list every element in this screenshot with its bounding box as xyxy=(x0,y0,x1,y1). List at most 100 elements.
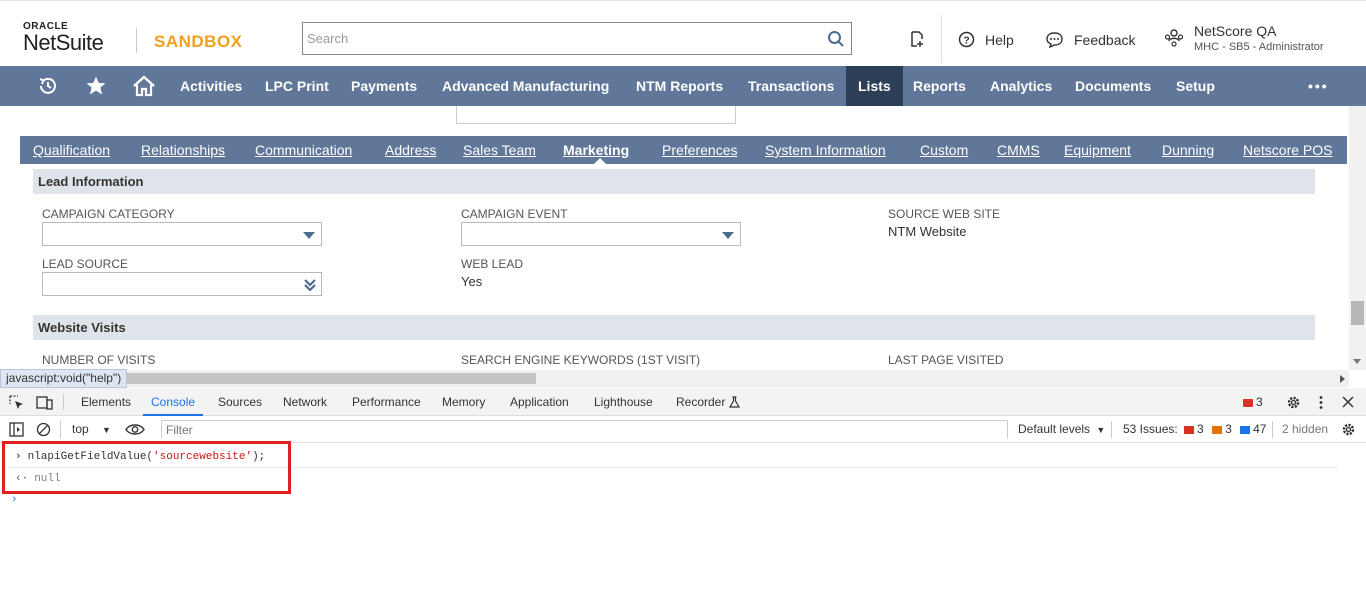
toolbar-divider xyxy=(60,421,61,438)
subtab-sales-team[interactable]: Sales Team xyxy=(463,136,536,164)
issues-warnings: 3 xyxy=(1225,422,1232,436)
home-icon[interactable] xyxy=(132,75,156,97)
subtab-dunning[interactable]: Dunning xyxy=(1162,136,1214,164)
campaign-event-select[interactable] xyxy=(461,222,741,246)
default-levels-dropdown[interactable]: Default levels ▼ xyxy=(1018,416,1105,443)
user-role: MHC - SB5 - Administrator xyxy=(1194,41,1324,53)
devtools-tab-memory[interactable]: Memory xyxy=(442,388,485,416)
subtab-cmms[interactable]: CMMS xyxy=(997,136,1040,164)
dropdown-arrow-icon: ▼ xyxy=(102,425,111,435)
flask-icon xyxy=(729,396,740,408)
page-vertical-scrollbar[interactable] xyxy=(1349,106,1366,370)
netsuite-window: ORACLE NetSuite SANDBOX ? Help xyxy=(0,0,1366,614)
inspect-element-icon[interactable] xyxy=(9,395,24,410)
subtab-custom[interactable]: Custom xyxy=(920,136,968,164)
hidden-messages-count: 2 hidden xyxy=(1282,422,1329,436)
source-web-site-value: NTM Website xyxy=(888,224,967,239)
recent-records-icon[interactable] xyxy=(907,29,927,49)
issues-counter[interactable]: 53 Issues: 3 3 47 xyxy=(1123,416,1266,443)
subtab-relationships[interactable]: Relationships xyxy=(141,136,225,164)
subtab-qualification[interactable]: Qualification xyxy=(33,136,110,164)
record-subtabs: Qualification Relationships Communicatio… xyxy=(20,136,1347,165)
nav-transactions[interactable]: Transactions xyxy=(748,66,834,106)
nav-lpc-print[interactable]: LPC Print xyxy=(265,66,329,106)
nav-ntm-reports[interactable]: NTM Reports xyxy=(636,66,723,106)
subtab-equipment[interactable]: Equipment xyxy=(1064,136,1131,164)
web-lead-value: Yes xyxy=(461,274,483,289)
context-selector[interactable]: top ▼ xyxy=(72,416,111,443)
devtools-tab-elements[interactable]: Elements xyxy=(81,388,131,416)
field-input-partial[interactable] xyxy=(456,106,736,124)
devtools-divider xyxy=(63,394,64,410)
source-web-site-label: SOURCE WEB SITE xyxy=(888,207,1001,221)
devtools-tab-recorder[interactable]: Recorder xyxy=(676,388,725,416)
recent-history-icon[interactable] xyxy=(37,75,59,97)
devtools-tab-application[interactable]: Application xyxy=(510,388,569,416)
user-menu[interactable]: NetScore QA MHC - SB5 - Administrator xyxy=(1163,23,1324,53)
issues-info: 47 xyxy=(1253,422,1267,436)
nav-activities[interactable]: Activities xyxy=(180,66,242,106)
nav-lists[interactable]: Lists xyxy=(846,66,903,106)
header-separator xyxy=(941,15,942,63)
svg-text:?: ? xyxy=(963,36,969,47)
devtools-tab-lighthouse[interactable]: Lighthouse xyxy=(594,388,653,416)
scroll-right-icon[interactable] xyxy=(1340,375,1345,383)
subtab-address[interactable]: Address xyxy=(385,136,436,164)
gear-icon[interactable] xyxy=(1286,395,1301,410)
help-icon: ? xyxy=(958,31,975,48)
website-visits-header[interactable]: Website Visits xyxy=(33,315,1315,340)
feedback-link[interactable]: Feedback xyxy=(1045,31,1135,48)
lead-source-select[interactable] xyxy=(42,272,322,296)
nav-reports[interactable]: Reports xyxy=(913,66,966,106)
toolbar-divider xyxy=(1111,421,1112,438)
nav-payments[interactable]: Payments xyxy=(351,66,417,106)
campaign-category-select[interactable] xyxy=(42,222,322,246)
issues-errors: 3 xyxy=(1197,422,1204,436)
console-filter-input[interactable] xyxy=(162,421,1007,439)
error-counter[interactable]: 3 xyxy=(1243,388,1263,416)
devtools-tab-sources[interactable]: Sources xyxy=(218,388,262,416)
console-prompt-icon[interactable]: › xyxy=(11,494,18,506)
page-horizontal-scrollbar[interactable] xyxy=(0,370,1349,387)
scroll-down-icon[interactable] xyxy=(1353,359,1361,364)
eye-icon[interactable] xyxy=(125,423,145,436)
device-toolbar-icon[interactable] xyxy=(36,395,53,410)
subtab-netscore-pos[interactable]: Netscore POS xyxy=(1243,136,1332,164)
chevron-down-icon xyxy=(722,232,734,239)
clear-console-icon[interactable] xyxy=(36,422,51,437)
error-icon xyxy=(1243,398,1253,407)
close-icon[interactable] xyxy=(1342,396,1354,408)
devtools-tab-network[interactable]: Network xyxy=(283,388,327,416)
issues-label: 53 Issues: xyxy=(1123,422,1178,436)
help-label: Help xyxy=(985,31,1014,48)
search-icon[interactable] xyxy=(827,30,845,48)
console-settings-gear-icon[interactable] xyxy=(1341,422,1356,437)
star-icon[interactable] xyxy=(85,75,107,97)
devtools-tab-console[interactable]: Console xyxy=(143,388,204,416)
subtab-preferences[interactable]: Preferences xyxy=(662,136,737,164)
sidebar-toggle-icon[interactable] xyxy=(9,422,24,437)
nav-more-icon[interactable]: ••• xyxy=(1308,66,1329,106)
netsuite-logo[interactable]: ORACLE NetSuite xyxy=(23,21,104,54)
search-engine-keywords-label: SEARCH ENGINE KEYWORDS (1ST VISIT) xyxy=(461,353,701,367)
scrollbar-thumb[interactable] xyxy=(125,373,536,384)
help-link[interactable]: ? Help xyxy=(958,31,1014,48)
nav-setup[interactable]: Setup xyxy=(1176,66,1215,106)
warning-icon xyxy=(1212,425,1223,434)
context-label: top xyxy=(72,422,89,436)
lead-source-label: LEAD SOURCE xyxy=(42,257,129,271)
record-content: Qualification Relationships Communicatio… xyxy=(0,106,1366,370)
nav-advanced-manufacturing[interactable]: Advanced Manufacturing xyxy=(442,66,609,106)
nav-documents[interactable]: Documents xyxy=(1075,66,1151,106)
lead-information-header[interactable]: Lead Information xyxy=(33,169,1315,194)
scrollbar-thumb[interactable] xyxy=(1351,301,1364,325)
subtab-communication[interactable]: Communication xyxy=(255,136,352,164)
feedback-icon xyxy=(1046,32,1063,48)
devtools-tab-performance[interactable]: Performance xyxy=(352,388,421,416)
search-input[interactable] xyxy=(303,23,813,54)
more-options-icon[interactable] xyxy=(1316,395,1326,410)
error-icon xyxy=(1184,425,1195,434)
subtab-system-information[interactable]: System Information xyxy=(765,136,886,164)
default-levels-label: Default levels xyxy=(1018,422,1091,436)
nav-analytics[interactable]: Analytics xyxy=(990,66,1052,106)
